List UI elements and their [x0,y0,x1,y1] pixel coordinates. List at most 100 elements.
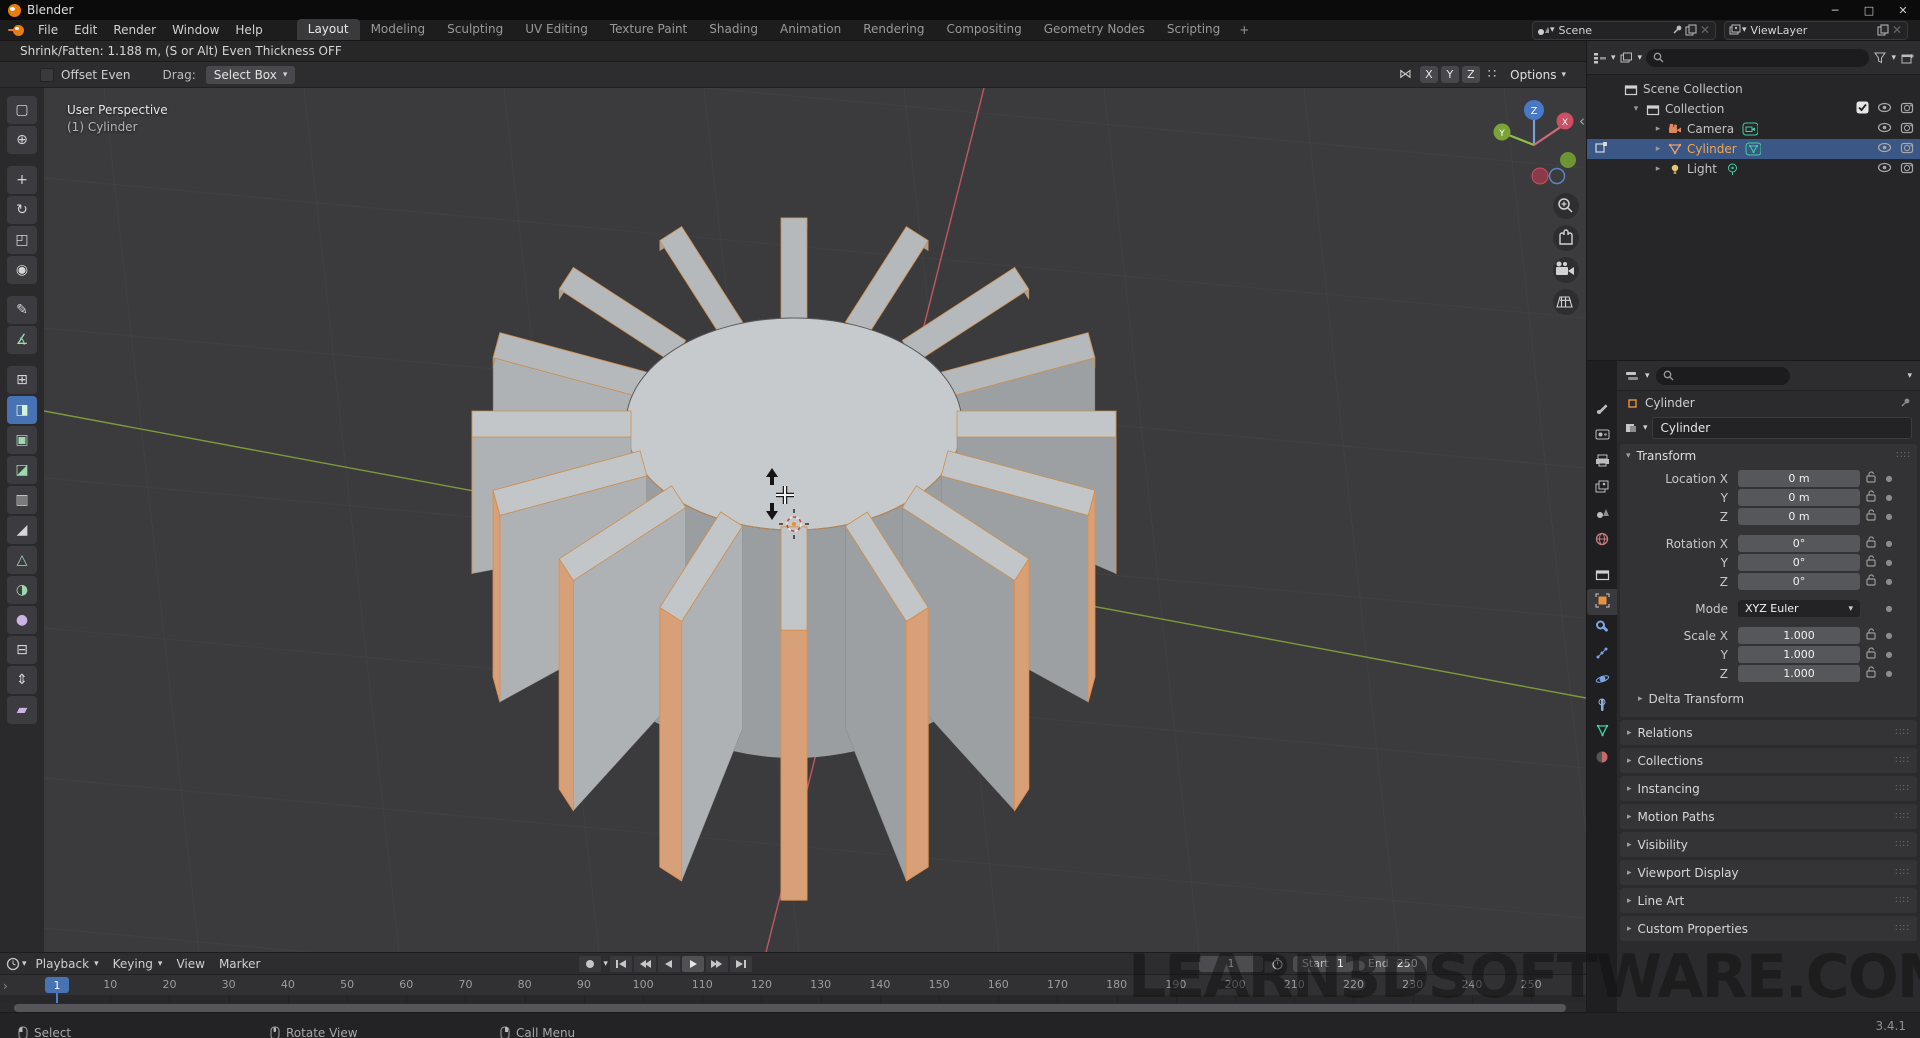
disclosure-right-icon[interactable]: ▸ [1653,144,1663,154]
animate-dot-icon[interactable]: ● [1882,474,1896,483]
timeline-menu-marker[interactable]: Marker [212,957,267,971]
subpanel-delta-transform[interactable]: ▸Delta Transform [1638,689,1909,709]
mirror-axis-z[interactable]: Z [1462,66,1480,83]
properties-tab-object-data[interactable] [1587,719,1617,745]
animate-dot-icon[interactable]: ● [1882,604,1896,613]
properties-tab-material[interactable] [1587,745,1617,771]
filter-funnel-icon[interactable] [1873,51,1887,65]
hide-viewport-eye-icon[interactable] [1877,102,1892,116]
frame-start-field[interactable]: Start 1 [1293,956,1353,972]
object-data-icon[interactable] [1625,421,1639,435]
tool-move[interactable]: + [7,166,37,194]
lock-icon[interactable] [1860,509,1882,524]
hide-viewport-eye-icon[interactable] [1877,122,1892,136]
panel-motion-paths[interactable]: ▸Motion Paths∷∷ [1620,804,1917,829]
animate-dot-icon[interactable]: ● [1882,650,1896,659]
lock-icon[interactable] [1860,536,1882,551]
mirror-axis-y[interactable]: Y [1441,66,1459,83]
outliner-row-light[interactable]: ▸Light [1587,159,1920,179]
properties-tab-constraints[interactable] [1587,693,1617,719]
panel-grip-icon[interactable]: ∷∷ [1895,923,1910,934]
prev-keyframe-button[interactable] [634,956,656,972]
maximize-button[interactable]: □ [1852,0,1886,20]
animate-dot-icon[interactable]: ● [1882,577,1896,586]
timeline-menu-view[interactable]: View [169,957,211,971]
animate-dot-icon[interactable]: ● [1882,631,1896,640]
tab-rendering[interactable]: Rendering [852,19,935,40]
object-name-field[interactable]: Cylinder [1652,417,1912,439]
camera-view-button[interactable] [1553,257,1579,283]
tool-rotate[interactable]: ↻ [7,196,37,224]
offset-even-checkbox[interactable] [40,68,54,82]
disclosure-down-icon[interactable]: ▾ [1631,104,1641,114]
menu-render[interactable]: Render [105,20,164,41]
mirror-axis-x[interactable]: X [1420,66,1438,83]
tab-texture-paint[interactable]: Texture Paint [599,19,698,40]
panel-line-art[interactable]: ▸Line Art∷∷ [1620,888,1917,913]
animate-dot-icon[interactable]: ● [1882,493,1896,502]
panel-grip-icon[interactable]: ∷∷ [1895,839,1910,850]
zoom-button[interactable] [1553,193,1579,219]
play-button[interactable] [682,956,704,972]
current-frame-field[interactable]: 1 [1199,956,1263,972]
tool-loop-cut[interactable]: ▥ [7,486,37,514]
disable-render-camera-icon[interactable] [1900,162,1914,177]
hide-viewport-eye-icon[interactable] [1877,142,1892,156]
orthographic-toggle-button[interactable] [1553,289,1579,315]
outliner-row-cylinder[interactable]: ▸Cylinder [1587,139,1920,159]
lock-icon[interactable] [1860,647,1882,662]
remove-viewlayer-icon[interactable]: ✕ [1890,23,1904,37]
sidebar-collapse-icon[interactable]: ‹ [1579,112,1585,130]
lock-icon[interactable] [1860,490,1882,505]
y-field[interactable]: 0 m [1738,489,1860,506]
auto-keying-button[interactable] [579,956,601,972]
tab-animation[interactable]: Animation [769,19,852,40]
unlink-scene-icon[interactable]: ✕ [1698,23,1712,37]
outliner-search-input[interactable] [1646,49,1869,67]
filter-display-icon[interactable] [1620,51,1634,65]
tool-add-cube[interactable]: ⊞ [7,366,37,394]
pin-icon[interactable] [1898,396,1912,410]
lock-icon[interactable] [1860,574,1882,589]
panel-grip-icon[interactable]: ∷∷ [1895,867,1910,878]
timeline-ruler[interactable]: 1102030405060708090100110120130140150160… [0,975,1586,995]
next-keyframe-button[interactable] [706,956,728,972]
proportional-edit-icon[interactable]: ∷ [1485,67,1499,82]
panel-grip-icon[interactable]: ∷∷ [1895,755,1910,766]
panel-grip-icon[interactable]: ∷∷ [1896,450,1911,461]
tab-shading[interactable]: Shading [698,19,769,40]
timeline-menu-playback[interactable]: Playback▾ [29,957,106,971]
disable-render-camera-icon[interactable] [1900,122,1914,137]
panel-grip-icon[interactable]: ∷∷ [1895,811,1910,822]
lock-icon[interactable] [1860,555,1882,570]
properties-search-input[interactable] [1656,367,1790,385]
panel-viewport-display[interactable]: ▸Viewport Display∷∷ [1620,860,1917,885]
jump-to-start-button[interactable] [610,956,632,972]
cylinder-object[interactable] [472,218,1116,900]
tool-select-box[interactable]: ▢ [7,96,37,124]
properties-tab-physics[interactable] [1587,667,1617,693]
tool-measure[interactable]: ∡ [7,326,37,354]
menu-help[interactable]: Help [227,20,270,41]
editor-type-icon[interactable] [6,957,20,971]
menu-window[interactable]: Window [164,20,227,41]
timeline-scrollbar[interactable] [14,1004,1566,1012]
frame-end-field[interactable]: End 250 [1359,956,1427,972]
tool-spin[interactable]: ◑ [7,576,37,604]
disclosure-right-icon[interactable]: ▸ [1653,164,1663,174]
add-workspace-button[interactable]: + [1231,21,1257,39]
tab-layout[interactable]: Layout [297,19,360,40]
panel-grip-icon[interactable]: ∷∷ [1895,727,1910,738]
tool-cursor[interactable]: ⊕ [7,126,37,154]
properties-tab-world[interactable] [1587,527,1617,553]
panel-grip-icon[interactable]: ∷∷ [1895,783,1910,794]
animate-dot-icon[interactable]: ● [1882,539,1896,548]
lock-icon[interactable] [1860,666,1882,681]
properties-tab-output[interactable] [1587,449,1617,475]
tool-edge-slide[interactable]: ⊟ [7,636,37,664]
options-dropdown[interactable]: Options ▾ [1504,68,1572,82]
disable-render-camera-icon[interactable] [1900,142,1914,157]
current-frame-badge[interactable]: 1 [45,977,69,993]
z-field[interactable]: 1.000 [1738,665,1860,682]
mode-field[interactable]: XYZ Euler▾ [1738,600,1860,617]
